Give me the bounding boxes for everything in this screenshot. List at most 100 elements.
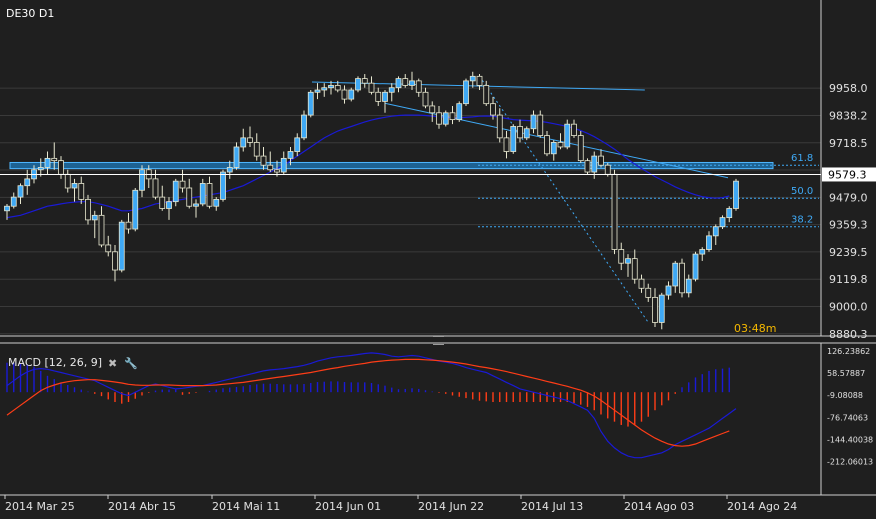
candle-body <box>294 137 301 152</box>
price-tick-label: 9359.3 <box>829 219 868 232</box>
candle-body <box>51 157 58 162</box>
candle-body <box>557 142 564 148</box>
candle-body <box>287 151 294 159</box>
price-tick-label: 9958.0 <box>829 82 868 95</box>
macd-tick-label: 58.57887 <box>827 369 865 378</box>
candle-body <box>4 205 10 212</box>
candle-body <box>199 183 206 205</box>
candle-body <box>341 89 348 100</box>
candle-body <box>591 155 598 173</box>
price-tick-label: 9000.0 <box>829 301 868 314</box>
candle-body <box>530 114 537 130</box>
candle-body <box>537 114 544 136</box>
price-tick-label: 9479.0 <box>829 191 868 204</box>
candle-body <box>496 114 503 139</box>
current-price-label: 9579.3 <box>828 168 867 181</box>
candle-body <box>550 142 557 155</box>
candle-body <box>449 112 456 121</box>
candle-body <box>179 180 186 189</box>
candle-body <box>186 187 193 207</box>
candle-body <box>240 137 247 148</box>
candle-body <box>193 203 199 207</box>
fib-level-label: 38.2 <box>791 215 813 226</box>
candle-body <box>382 91 388 102</box>
macd-tick-label: -212.06013 <box>827 458 873 467</box>
fib-level-label: 50.0 <box>791 186 813 197</box>
price-tick-label: 8880.3 <box>829 328 868 341</box>
candle-body <box>463 80 469 105</box>
candle-body <box>544 135 550 155</box>
candle-body <box>125 221 132 230</box>
candle-body <box>328 85 334 89</box>
candle-body <box>64 173 71 189</box>
candle-body <box>348 89 355 100</box>
candle-body <box>510 126 517 152</box>
candle-body <box>665 285 672 296</box>
price-tick-label: 9239.5 <box>829 246 868 259</box>
candle-body <box>260 155 267 166</box>
candle-body <box>17 185 24 198</box>
candle-body <box>301 114 307 139</box>
candle-body <box>132 189 139 230</box>
candle-body <box>105 244 112 253</box>
candle-body <box>658 294 665 323</box>
price-tick-label: 9718.5 <box>829 137 868 150</box>
candle-body <box>618 249 625 264</box>
candle-body <box>611 173 618 250</box>
candle-body <box>672 262 679 287</box>
candle-body <box>98 214 105 246</box>
time-tick-label: 2014 Ago 03 <box>624 500 694 513</box>
candle-body <box>631 258 638 280</box>
candle-body <box>58 160 64 175</box>
candle-body <box>112 251 118 271</box>
candle-body <box>355 78 361 91</box>
candle-body <box>483 85 490 105</box>
candle-body <box>685 278 692 294</box>
candle-body <box>395 78 402 89</box>
time-tick-label: 2014 Abr 15 <box>108 500 176 513</box>
candle-body <box>422 91 429 107</box>
chart-svg: 61.8 50.0 38.2 9579.3 9958.0 9838.2 9718.5 9479… <box>0 0 876 515</box>
candle-body <box>206 183 213 207</box>
macd-title: MACD [12, 26, 9] <box>8 356 103 369</box>
candle-body <box>503 137 510 152</box>
candle-body <box>429 105 436 114</box>
fib-level-label: 61.8 <box>791 153 813 164</box>
time-tick-label: 2014 Mai 11 <box>212 500 280 513</box>
candle-body <box>321 87 328 91</box>
macd-tick-label: -9.08088 <box>827 391 863 400</box>
price-tick-label: 9119.8 <box>829 273 868 286</box>
candle-body <box>409 80 415 86</box>
candle-body <box>139 169 145 191</box>
chart-background <box>0 0 876 515</box>
countdown-clock: 03:48m <box>734 322 777 335</box>
candle-body <box>253 142 260 157</box>
candle-body <box>37 167 44 171</box>
candle-body <box>159 196 166 209</box>
candle-body <box>44 157 51 168</box>
candle-body <box>368 82 375 93</box>
candle-body <box>523 128 530 139</box>
candle-body <box>638 278 645 289</box>
candle-body <box>699 249 706 255</box>
candle-body <box>314 89 321 93</box>
candle-body <box>645 287 652 298</box>
time-tick-label: 2014 Jul 13 <box>521 500 583 513</box>
candle-body <box>152 178 159 198</box>
candle-body <box>598 155 604 166</box>
candle-body <box>10 196 17 207</box>
pane-splitter[interactable] <box>433 336 444 345</box>
candle-body <box>469 75 476 82</box>
candle-body <box>584 160 591 173</box>
candle-body <box>226 167 233 173</box>
candle-body <box>233 146 240 168</box>
wrench-icon[interactable]: 🔧 <box>124 357 138 370</box>
candle-body <box>267 164 274 171</box>
candle-body <box>652 296 658 323</box>
candle-body <box>706 235 712 250</box>
time-tick-label: 2014 Mar 25 <box>5 500 75 513</box>
close-icon[interactable]: ✖ <box>108 357 117 370</box>
symbol-label: DE30 D1 <box>6 7 55 20</box>
macd-tick-label: -76.74063 <box>827 413 868 422</box>
candle-body <box>456 103 463 121</box>
